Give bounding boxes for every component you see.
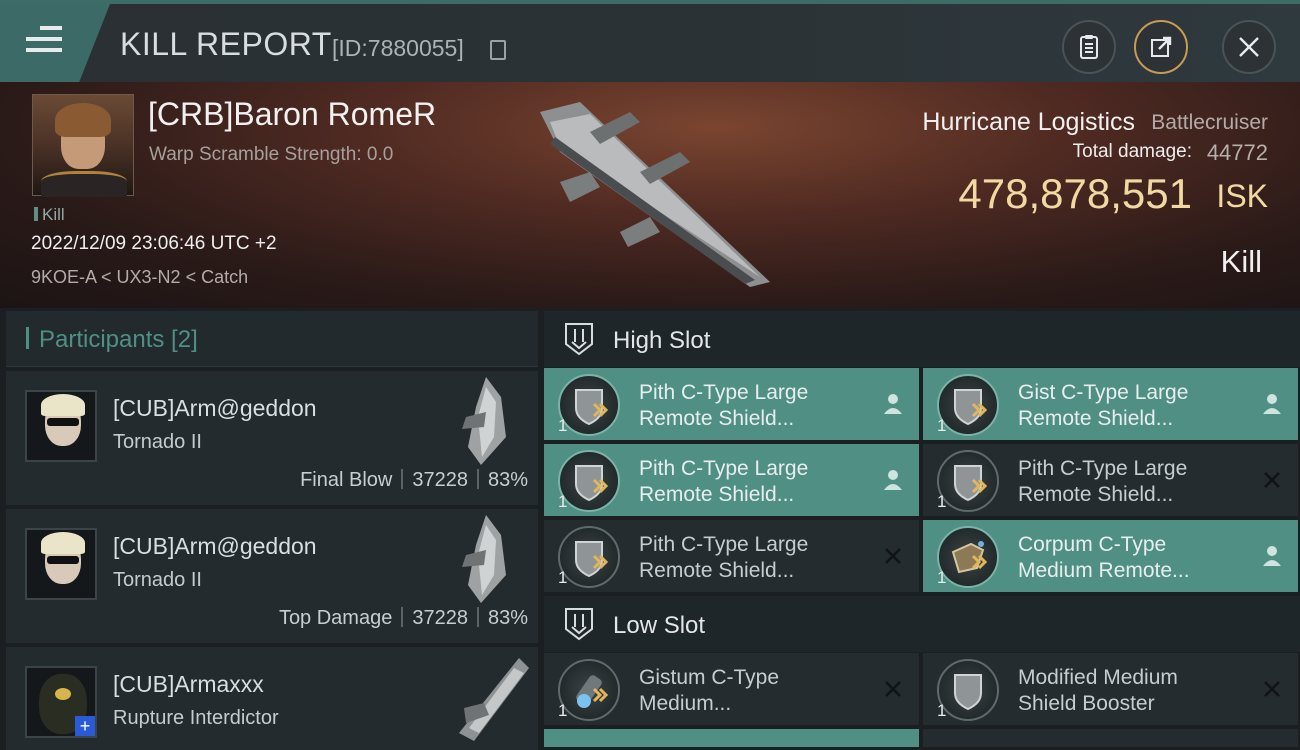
participant-ship-image (459, 658, 529, 741)
destroyed-x-icon (885, 681, 901, 697)
module-quantity: 1 (937, 416, 947, 435)
low-slot-modules: 1 Gistum C-Type Medium... 1 Modified Medi… (544, 652, 1300, 747)
module-name: Gist C-Type Large Remote Shield... (1018, 381, 1189, 430)
module-item[interactable]: 1 Modified Medium Shield Booster (923, 653, 1298, 725)
participants-panel: Participants [2] [CUB]Arm@geddon Tornado… (6, 311, 538, 750)
module-item[interactable]: 1 Pith C-Type Large Remote Shield... (544, 520, 919, 592)
warp-scramble-strength: Warp Scramble Strength: 0.0 (149, 144, 394, 165)
module-item[interactable]: 1 Gist C-Type Large Remote Shield... (923, 368, 1298, 440)
plus-icon: + (75, 716, 95, 736)
module-quantity: 1 (558, 416, 568, 435)
participant-stats: Final Blow 37228 83% (300, 469, 528, 492)
report-id: [ID:7880055] (332, 35, 464, 61)
menu-button[interactable] (0, 4, 110, 82)
module-name: Pith C-Type Large Remote Shield... (1018, 457, 1188, 506)
close-icon (1239, 37, 1259, 57)
victim-ship-image (540, 102, 770, 287)
high-slot-header: High Slot (544, 311, 1300, 367)
module-name: Corpum C-Type Medium Remote... (1018, 533, 1190, 582)
participant-percent: 83% (487, 469, 528, 491)
total-damage-value: 44772 (1206, 140, 1268, 165)
participant-damage: 37228 (412, 469, 468, 491)
module-item-partial[interactable] (923, 729, 1298, 747)
high-slot-icon (565, 323, 593, 356)
kill-banner: [CRB]Baron RomeR Warp Scramble Strength:… (0, 82, 1300, 308)
dropped-person-icon (884, 470, 902, 490)
total-damage-label: Total damage: (1072, 141, 1192, 162)
destroyed-x-icon (1264, 472, 1280, 488)
kill-datetime: 2022/12/09 23:06:46 UTC +2 (31, 233, 277, 254)
title-bar: KILL REPORT [ID:7880055] (0, 0, 1300, 82)
kill-location: 9KOE-A < UX3-N2 < Catch (31, 267, 249, 287)
module-item[interactable]: 1 Pith C-Type Large Remote Shield... (923, 444, 1298, 516)
participant-role: Final Blow (300, 469, 393, 491)
dropped-person-icon (884, 394, 902, 414)
module-item-partial[interactable] (544, 729, 919, 747)
kill-result: Kill (1220, 244, 1262, 279)
participant-row[interactable]: + [CUB]Armaxxx Rupture Interdictor (6, 647, 538, 750)
module-name: Modified Medium Shield Booster (1018, 666, 1178, 715)
module-quantity: 1 (558, 492, 568, 511)
participant-ship-image (462, 515, 506, 603)
participant-row[interactable]: [CUB]Arm@geddon Tornado II Top Damage 372… (6, 509, 538, 643)
participant-avatar: + (25, 666, 97, 738)
destroyed-x-icon (885, 548, 901, 564)
high-slot-modules: 1 Pith C-Type Large Remote Shield... 1 Gi… (544, 367, 1300, 592)
module-item[interactable]: 1 Pith C-Type Large Remote Shield... (544, 444, 919, 516)
page-title: KILL REPORT (120, 26, 332, 62)
module-item[interactable]: 1 Gistum C-Type Medium... (544, 653, 919, 725)
module-item[interactable]: 1 Pith C-Type Large Remote Shield... (544, 368, 919, 440)
isk-unit: ISK (1216, 178, 1268, 214)
hamburger-icon (26, 26, 62, 56)
clipboard-button[interactable] (1062, 20, 1116, 74)
module-name: Gistum C-Type Medium... (639, 666, 780, 715)
module-quantity: 1 (558, 568, 568, 587)
module-name: Pith C-Type Large Remote Shield... (639, 457, 809, 506)
participant-avatar (25, 528, 97, 600)
module-quantity: 1 (937, 701, 947, 720)
participant-name: [CUB]Arm@geddon (113, 533, 317, 559)
participant-ship: Rupture Interdictor (113, 707, 279, 729)
low-slot-title: Low Slot (613, 612, 706, 639)
share-icon (1151, 36, 1172, 57)
participant-row[interactable]: [CUB]Arm@geddon Tornado II Final Blow 372… (6, 371, 538, 505)
participant-name: [CUB]Arm@geddon (113, 395, 317, 421)
clipboard-icon (1080, 35, 1098, 59)
victim-ship-name[interactable]: Hurricane Logistics (922, 108, 1135, 137)
victim-avatar[interactable] (32, 94, 134, 197)
module-name: Pith C-Type Large Remote Shield... (639, 381, 809, 430)
victim-name[interactable]: [CRB]Baron RomeR (148, 96, 436, 133)
module-name: Pith C-Type Large Remote Shield... (639, 533, 809, 582)
participant-avatar (25, 390, 97, 462)
participant-ship-image (462, 377, 506, 465)
participant-name: [CUB]Armaxxx (113, 671, 264, 697)
participant-ship: Tornado II (113, 569, 202, 591)
copy-id-icon[interactable] (490, 40, 506, 60)
low-slot-icon (565, 608, 593, 641)
module-item[interactable]: 1 Corpum C-Type Medium Remote... (923, 520, 1298, 592)
high-slot-title: High Slot (613, 327, 711, 354)
module-quantity: 1 (937, 492, 947, 511)
fitting-panel: High Slot 1 Pith C-Type Large Remote Shie… (544, 311, 1300, 750)
close-button[interactable] (1222, 20, 1276, 74)
kill-tag: Kill (34, 205, 65, 225)
dropped-person-icon (1263, 394, 1281, 414)
dropped-person-icon (1263, 546, 1281, 566)
module-quantity: 1 (937, 568, 947, 587)
victim-ship-class: Battlecruiser (1151, 111, 1268, 134)
isk-value: 478,878,551 (958, 170, 1192, 217)
module-quantity: 1 (558, 701, 568, 720)
share-button[interactable] (1134, 20, 1188, 74)
destroyed-x-icon (1264, 681, 1280, 697)
participant-percent: 83% (487, 607, 528, 629)
participants-header: Participants [2] (6, 311, 538, 367)
low-slot-header: Low Slot (544, 596, 1300, 652)
participant-damage: 37228 (412, 607, 468, 629)
participant-stats: Top Damage 37228 83% (279, 607, 528, 630)
participant-role: Top Damage (278, 607, 393, 629)
participant-ship: Tornado II (113, 431, 202, 453)
